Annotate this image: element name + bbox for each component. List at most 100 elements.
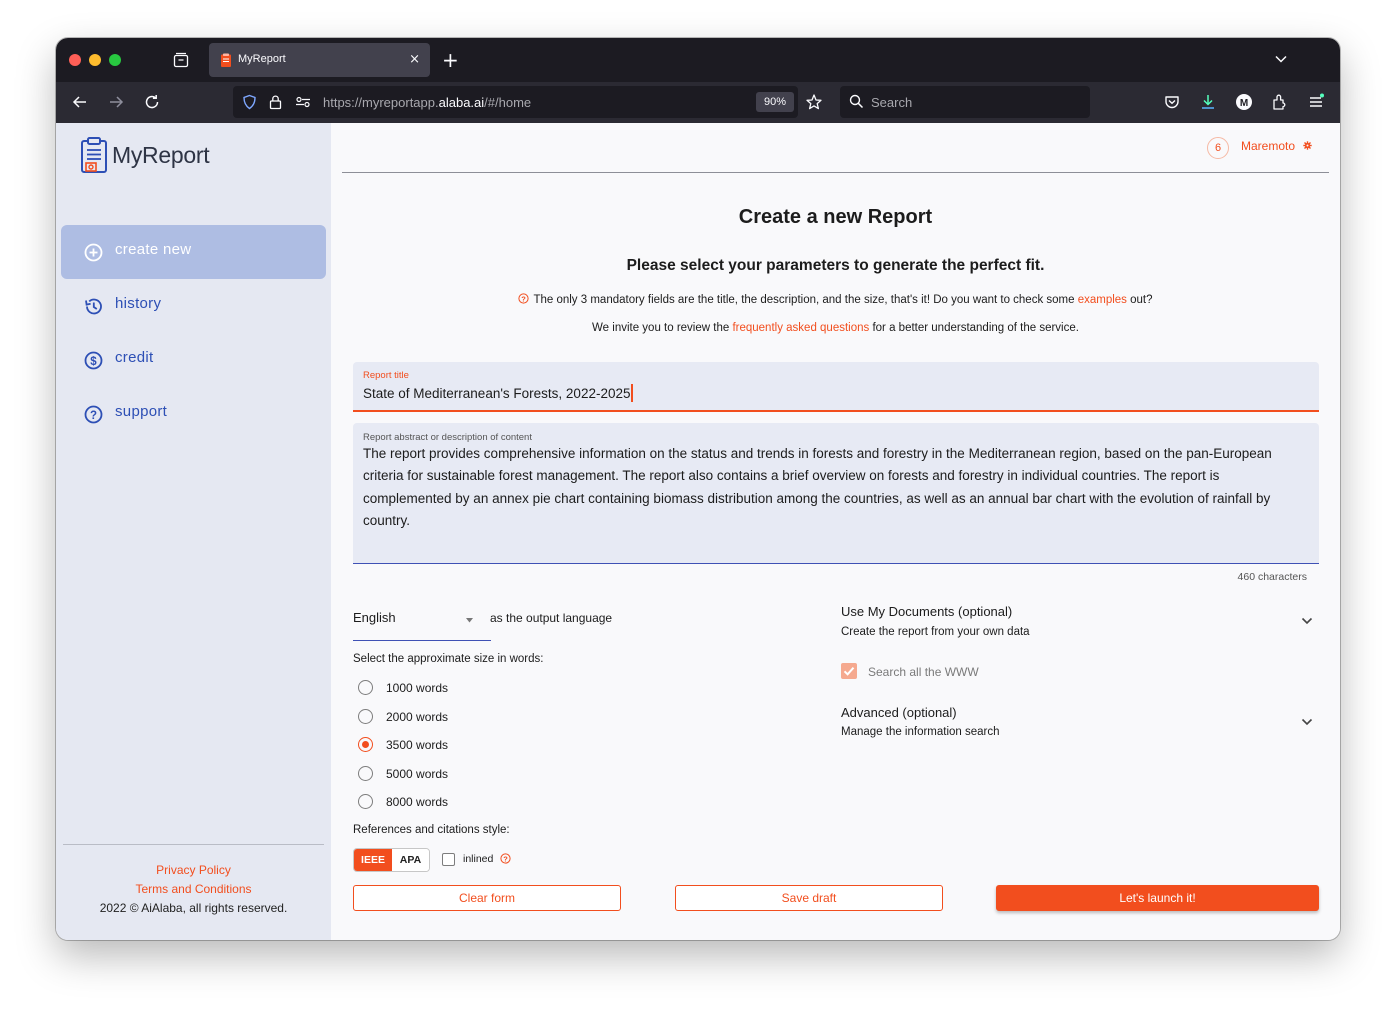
list-all-tabs-icon[interactable] bbox=[1274, 52, 1288, 66]
dollar-circle-icon: $ bbox=[84, 351, 103, 370]
tab-bar: MyReport × + bbox=[56, 38, 1340, 82]
radio-button[interactable] bbox=[358, 709, 373, 724]
size-option-1000[interactable]: 1000 words bbox=[358, 678, 558, 698]
inlined-checkbox[interactable] bbox=[442, 853, 455, 866]
navigation-bar: https://myreportapp.alaba.ai/#/home 90% … bbox=[56, 82, 1340, 123]
sidebar-item-credit[interactable]: $ credit bbox=[61, 333, 326, 387]
credit-count-badge[interactable]: 6 bbox=[1207, 137, 1229, 159]
tab-groups-icon[interactable] bbox=[172, 51, 190, 69]
sidebar-divider bbox=[63, 844, 324, 845]
privacy-policy-link[interactable]: Privacy Policy bbox=[56, 863, 331, 877]
radio-label: 5000 words bbox=[386, 767, 449, 781]
size-option-5000[interactable]: 5000 words bbox=[358, 764, 558, 784]
size-option-8000[interactable]: 8000 words bbox=[358, 792, 558, 812]
chevron-down-icon[interactable] bbox=[1301, 617, 1313, 625]
browser-window: MyReport × + https://myreportapp.alaba.a… bbox=[56, 38, 1340, 940]
clear-form-button[interactable]: Clear form bbox=[353, 885, 621, 911]
svg-text:?: ? bbox=[503, 854, 508, 863]
report-abstract-field[interactable]: Report abstract or description of conten… bbox=[353, 423, 1319, 564]
chevron-down-icon[interactable] bbox=[1301, 718, 1313, 726]
url-text[interactable]: https://myreportapp.alaba.ai/#/home bbox=[323, 95, 531, 110]
copyright-text: 2022 © AiAlaba, all rights reserved. bbox=[99, 901, 288, 915]
svg-text:M: M bbox=[1240, 98, 1248, 109]
size-option-3500[interactable]: 3500 words bbox=[358, 735, 558, 755]
radio-button[interactable] bbox=[358, 766, 373, 781]
new-tab-button[interactable]: + bbox=[442, 50, 459, 70]
question-circle-icon: ? bbox=[84, 405, 103, 424]
size-label: Select the approximate size in words: bbox=[353, 653, 544, 665]
dropdown-arrow-icon bbox=[466, 618, 473, 623]
language-value: English bbox=[353, 610, 396, 625]
reload-icon[interactable] bbox=[143, 93, 161, 111]
permissions-icon[interactable] bbox=[295, 96, 311, 108]
url-suffix: /#/home bbox=[484, 95, 532, 110]
window-maximize-button[interactable] bbox=[109, 54, 121, 66]
sidebar-item-label: credit bbox=[115, 349, 154, 366]
citation-style-toggle: IEEE APA bbox=[353, 848, 430, 872]
report-title-value: State of Mediterranean's Forests, 2022-2… bbox=[363, 386, 631, 401]
sidebar-item-support[interactable]: ? support bbox=[61, 387, 326, 441]
url-domain: alaba.ai bbox=[438, 95, 485, 110]
menu-hamburger-icon[interactable] bbox=[1307, 93, 1325, 111]
radio-button[interactable] bbox=[358, 680, 373, 695]
url-bar[interactable]: https://myreportapp.alaba.ai/#/home 90% bbox=[233, 86, 798, 118]
tab-myreport[interactable]: MyReport × bbox=[209, 43, 430, 77]
size-option-2000[interactable]: 2000 words bbox=[358, 707, 558, 727]
sidebar-item-create-new[interactable]: create new bbox=[61, 225, 326, 279]
references-label: References and citations style: bbox=[353, 824, 510, 836]
window-close-button[interactable] bbox=[69, 54, 81, 66]
help-circle-icon[interactable]: ? bbox=[500, 853, 511, 864]
search-placeholder: Search bbox=[871, 95, 913, 110]
style-option-apa[interactable]: APA bbox=[392, 849, 429, 871]
faq-info-end: for a better understanding of the servic… bbox=[872, 322, 1079, 334]
extensions-icon[interactable] bbox=[1271, 93, 1289, 111]
logo-text: MyReport bbox=[112, 142, 210, 168]
radio-button-selected[interactable] bbox=[358, 737, 373, 752]
text-caret bbox=[631, 384, 633, 402]
documents-section-title[interactable]: Use My Documents (optional) bbox=[841, 604, 1012, 619]
report-abstract-textarea[interactable]: The report provides comprehensive inform… bbox=[363, 443, 1311, 532]
sidebar-item-label: history bbox=[115, 295, 162, 312]
user-menu[interactable]: Maremoto bbox=[1241, 139, 1295, 153]
radio-label: 1000 words bbox=[386, 681, 449, 695]
header-divider bbox=[342, 172, 1329, 173]
tracking-shield-icon[interactable] bbox=[242, 94, 257, 110]
report-title-input[interactable]: State of Mediterranean's Forests, 2022-2… bbox=[363, 384, 633, 402]
tab-close-icon[interactable]: × bbox=[409, 52, 420, 68]
account-avatar-icon[interactable]: M bbox=[1235, 93, 1253, 111]
window-minimize-button[interactable] bbox=[89, 54, 101, 66]
faq-info-text: We invite you to review the bbox=[592, 322, 730, 334]
examples-link[interactable]: examples bbox=[1078, 294, 1127, 306]
forward-arrow-icon[interactable] bbox=[107, 93, 125, 111]
report-title-field[interactable]: Report title State of Mediterranean's Fo… bbox=[353, 362, 1319, 412]
sidebar-item-label: create new bbox=[115, 241, 192, 258]
report-title-label: Report title bbox=[363, 370, 409, 381]
zoom-level-badge[interactable]: 90% bbox=[756, 92, 794, 112]
page-title: Create a new Report bbox=[738, 206, 933, 228]
inlined-label: inlined bbox=[463, 853, 494, 865]
gear-icon[interactable] bbox=[1303, 141, 1312, 150]
sidebar-item-history[interactable]: history bbox=[61, 279, 326, 333]
faq-link[interactable]: frequently asked questions bbox=[732, 322, 869, 334]
url-prefix: https://myreportapp. bbox=[323, 95, 439, 110]
language-select[interactable]: English bbox=[353, 601, 491, 641]
svg-text:$: $ bbox=[90, 356, 97, 368]
web-search-bar[interactable]: Search bbox=[840, 86, 1090, 118]
search-www-checkbox[interactable] bbox=[841, 663, 857, 679]
advanced-section-subtitle: Manage the information search bbox=[841, 726, 1000, 738]
style-option-ieee[interactable]: IEEE bbox=[354, 849, 392, 871]
faq-info: We invite you to review the frequently a… bbox=[331, 322, 1340, 334]
launch-button[interactable]: Let's launch it! bbox=[996, 885, 1319, 911]
bookmark-star-icon[interactable] bbox=[805, 93, 823, 111]
terms-link[interactable]: Terms and Conditions bbox=[56, 882, 331, 896]
back-arrow-icon[interactable] bbox=[71, 93, 89, 111]
advanced-section-title[interactable]: Advanced (optional) bbox=[841, 705, 957, 720]
radio-label: 8000 words bbox=[386, 795, 449, 809]
checkmark-icon bbox=[843, 667, 855, 676]
save-draft-button[interactable]: Save draft bbox=[675, 885, 943, 911]
lock-icon[interactable] bbox=[269, 94, 282, 110]
downloads-icon[interactable] bbox=[1199, 93, 1217, 111]
pocket-icon[interactable] bbox=[1163, 93, 1181, 111]
documents-section-subtitle: Create the report from your own data bbox=[841, 626, 1030, 638]
radio-button[interactable] bbox=[358, 794, 373, 809]
